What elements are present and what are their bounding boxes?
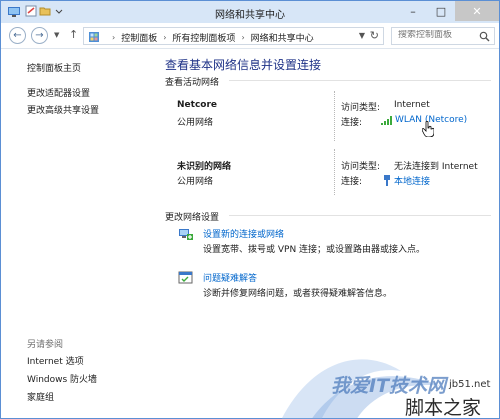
network-name: 未识别的网络: [177, 162, 232, 172]
watermark-site-name: 脚本之家: [405, 397, 482, 419]
column-divider: [334, 149, 335, 195]
network-name: Netcore: [177, 100, 217, 110]
hand-cursor-icon: [422, 121, 434, 137]
access-type-label: 访问类型:: [341, 103, 381, 113]
title-bar: 网络和共享中心 – □ ✕: [1, 1, 499, 23]
maximize-button[interactable]: □: [427, 1, 455, 21]
troubleshoot-problems-link[interactable]: 问题疑难解答: [203, 271, 257, 284]
close-button[interactable]: ✕: [455, 1, 499, 21]
chevron-right-icon[interactable]: ›: [112, 33, 115, 42]
see-also-windows-firewall[interactable]: Windows 防火墙: [27, 372, 97, 385]
active-networks-heading: 查看活动网络: [165, 78, 220, 88]
back-button[interactable]: ←: [9, 27, 26, 44]
search-icon[interactable]: [479, 31, 490, 42]
control-panel-window: 网络和共享中心 – □ ✕ ← → ▼ ↑ › 控制面板 › 所有控制面板项 ›…: [0, 0, 500, 419]
section-divider: [229, 215, 491, 216]
setup-new-connection-desc: 设置宽带、拨号或 VPN 连接；或设置路由器或接入点。: [203, 245, 426, 255]
sidebar-item-change-adapter-settings[interactable]: 更改适配器设置: [27, 86, 90, 99]
address-history-icon[interactable]: ▼: [359, 31, 365, 40]
breadcrumb-item[interactable]: 控制面板: [121, 31, 157, 44]
section-divider: [229, 80, 491, 81]
forward-button[interactable]: →: [31, 27, 48, 44]
network-type[interactable]: 公用网络: [177, 174, 213, 187]
local-connection-label[interactable]: 本地连接: [394, 174, 430, 187]
chevron-right-icon[interactable]: ›: [163, 33, 166, 42]
breadcrumb-item[interactable]: 所有控制面板项: [172, 31, 235, 44]
troubleshoot-problems-desc: 诊断并修复网络问题，或者获得疑难解答信息。: [203, 289, 393, 299]
minimize-button[interactable]: –: [399, 1, 427, 21]
see-also-heading: 另请参阅: [27, 340, 64, 350]
access-type-value: 无法连接到 Internet: [394, 162, 478, 172]
left-navigation-pane: 控制面板主页 更改适配器设置 更改高级共享设置 另请参阅 Internet 选项…: [1, 49, 151, 418]
connection-label: 连接:: [341, 177, 363, 187]
troubleshoot-icon: [178, 271, 193, 284]
watermark-url: jb51.net: [449, 379, 491, 390]
network-type[interactable]: 公用网络: [177, 115, 213, 128]
sidebar-item-control-panel-home[interactable]: 控制面板主页: [27, 61, 81, 74]
breadcrumb-item[interactable]: 网络和共享中心: [251, 31, 314, 44]
refresh-icon[interactable]: ↻: [370, 29, 379, 42]
setup-new-connection-link[interactable]: 设置新的连接或网络: [203, 227, 284, 240]
ethernet-icon: [384, 175, 390, 186]
up-arrow-icon[interactable]: ↑: [69, 28, 78, 41]
search-input[interactable]: [398, 30, 478, 40]
breadcrumb[interactable]: › 控制面板 › 所有控制面板项 › 网络和共享中心 ▼ ↻: [83, 27, 384, 45]
window-controls: – □ ✕: [399, 1, 499, 21]
control-panel-icon: [89, 32, 99, 42]
page-title: 查看基本网络信息并设置连接: [165, 58, 322, 72]
address-bar: ← → ▼ ↑ › 控制面板 › 所有控制面板项 › 网络和共享中心 ▼ ↻: [1, 23, 499, 49]
change-settings-heading: 更改网络设置: [165, 213, 220, 223]
chevron-right-icon[interactable]: ›: [241, 33, 244, 42]
connection-label: 连接:: [341, 118, 363, 128]
wifi-signal-icon: [381, 115, 392, 125]
column-divider: [334, 91, 335, 141]
see-also-internet-options[interactable]: Internet 选项: [27, 354, 84, 367]
recent-locations-icon[interactable]: ▼: [54, 31, 59, 39]
access-type-value: Internet: [394, 100, 430, 110]
see-also-homegroup[interactable]: 家庭组: [27, 390, 54, 403]
local-connection-link[interactable]: 本地连接: [383, 174, 430, 187]
access-type-label: 访问类型:: [341, 162, 381, 172]
search-box[interactable]: [391, 27, 495, 45]
breadcrumb-items: › 控制面板 › 所有控制面板项 › 网络和共享中心: [106, 31, 314, 44]
sidebar-item-change-advanced-sharing[interactable]: 更改高级共享设置: [27, 103, 99, 116]
new-connection-icon: [179, 229, 193, 240]
